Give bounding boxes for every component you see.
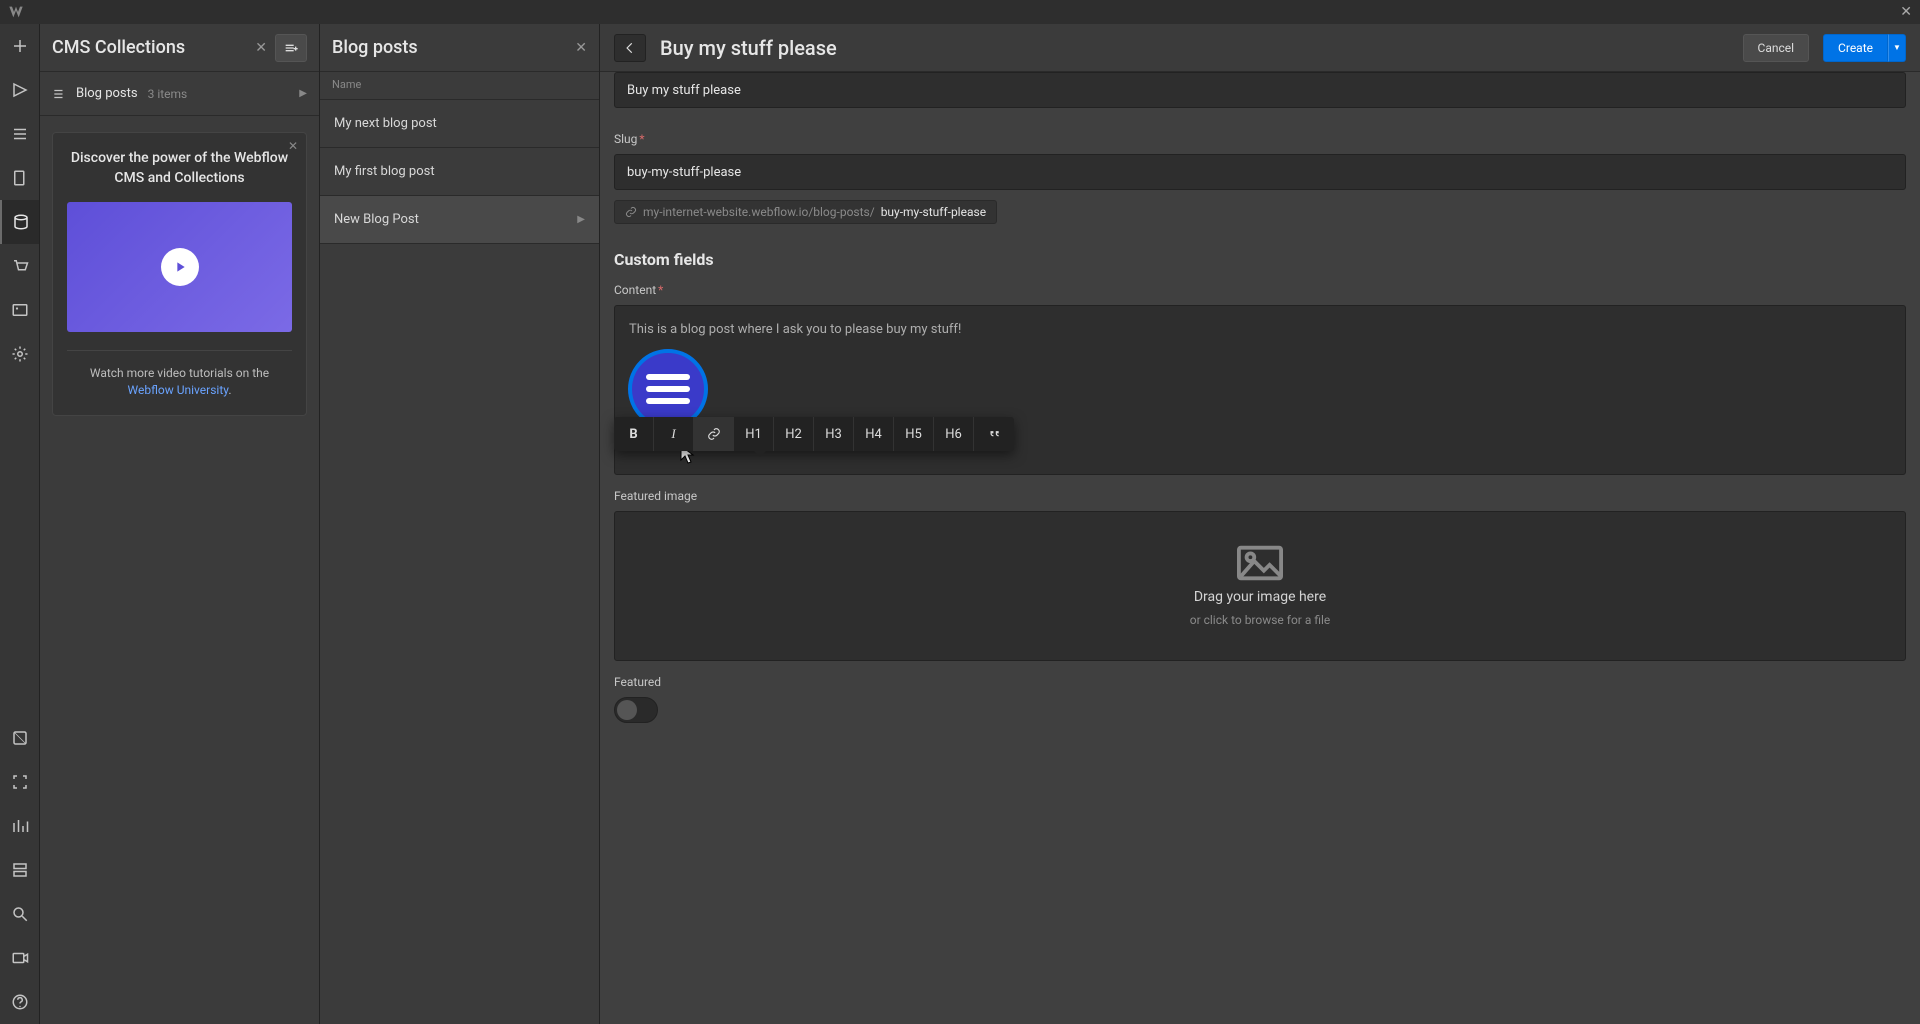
editor-body: Slug* my-internet-website.webflow.io/blo… — [600, 72, 1920, 1024]
rail-assets[interactable] — [0, 288, 39, 332]
play-icon — [161, 248, 199, 286]
rail-symbols[interactable] — [0, 68, 39, 112]
post-name: New Blog Post — [334, 212, 419, 227]
featured-label: Featured — [614, 675, 1906, 689]
format-quote-button[interactable] — [974, 417, 1014, 451]
link-icon — [625, 206, 637, 218]
editor-pane: Buy my stuff please Cancel Create ▼ Slug… — [600, 24, 1920, 1024]
rail-expand[interactable] — [0, 760, 39, 804]
post-row[interactable]: My first blog post — [320, 148, 599, 196]
create-dropdown-caret[interactable]: ▼ — [1888, 34, 1906, 62]
text-format-toolbar: B I H1 H2 H3 H4 H5 H6 — [614, 417, 1014, 451]
stack-icon — [52, 87, 66, 101]
posts-header: Blog posts ✕ — [320, 24, 599, 72]
editor-header: Buy my stuff please Cancel Create ▼ — [600, 24, 1920, 72]
stack-plus-icon — [283, 40, 299, 56]
rail-pages[interactable] — [0, 156, 39, 200]
dropzone-line2: or click to browse for a file — [1190, 613, 1331, 627]
collections-header: CMS Collections ✕ — [40, 24, 319, 72]
posts-title: Blog posts — [332, 37, 567, 58]
url-slug: buy-my-stuff-please — [881, 205, 986, 219]
custom-fields-heading: Custom fields — [614, 250, 1906, 269]
webflow-logo — [0, 4, 32, 20]
rail-add[interactable] — [0, 24, 39, 68]
post-name: My next blog post — [334, 116, 437, 131]
promo-heading: Discover the power of the Webflow CMS an… — [67, 149, 292, 188]
toggle-knob — [617, 700, 637, 720]
collections-close-icon[interactable]: ✕ — [255, 40, 267, 56]
format-h6-button[interactable]: H6 — [934, 417, 974, 451]
format-h4-button[interactable]: H4 — [854, 417, 894, 451]
close-icon[interactable]: ✕ — [1900, 4, 1912, 20]
slug-label: Slug* — [614, 132, 1906, 146]
link-icon — [707, 427, 721, 441]
promo-footer-prefix: Watch more video tutorials on the — [90, 366, 269, 380]
promo-footer: Watch more video tutorials on the Webflo… — [67, 365, 292, 399]
editor-title: Buy my stuff please — [660, 36, 1729, 60]
rail-settings[interactable] — [0, 332, 39, 376]
format-h1-button[interactable]: H1 — [734, 417, 774, 451]
promo-footer-suffix: . — [228, 383, 231, 397]
collection-name: Blog posts — [76, 86, 138, 101]
name-field[interactable] — [614, 72, 1906, 108]
posts-panel: Blog posts ✕ Name My next blog post My f… — [320, 24, 600, 1024]
rail-navigator[interactable] — [0, 112, 39, 156]
collection-row[interactable]: Blog posts 3 items ▶ — [40, 72, 319, 116]
featured-toggle[interactable] — [614, 697, 658, 723]
rail-help[interactable] — [0, 980, 39, 1024]
quote-icon — [987, 427, 1001, 441]
post-name: My first blog post — [334, 164, 435, 179]
content-label: Content* — [614, 283, 1906, 297]
rail-cms[interactable] — [0, 200, 39, 244]
collections-panel: CMS Collections ✕ Blog posts 3 items ▶ ✕… — [40, 24, 320, 1024]
post-row[interactable]: New Blog Post ▶ — [320, 196, 599, 244]
rail-video[interactable] — [0, 936, 39, 980]
rail-ecommerce[interactable] — [0, 244, 39, 288]
chevron-right-icon: ▶ — [299, 88, 307, 99]
divider — [67, 350, 292, 351]
format-h2-button[interactable]: H2 — [774, 417, 814, 451]
promo-video-thumb[interactable] — [67, 202, 292, 332]
arrow-left-icon — [623, 41, 637, 55]
format-h5-button[interactable]: H5 — [894, 417, 934, 451]
promo-link[interactable]: Webflow University — [128, 383, 229, 397]
app-chrome: ✕ — [0, 0, 1920, 24]
featured-image-dropzone[interactable]: Drag your image here or click to browse … — [614, 511, 1906, 661]
post-row[interactable]: My next blog post — [320, 100, 599, 148]
posts-close-icon[interactable]: ✕ — [575, 40, 587, 56]
create-button[interactable]: Create — [1823, 34, 1888, 62]
format-bold-button[interactable]: B — [614, 417, 654, 451]
featured-image-label: Featured image — [614, 489, 1906, 503]
collections-title: CMS Collections — [52, 37, 247, 58]
format-h3-button[interactable]: H3 — [814, 417, 854, 451]
posts-column-header: Name — [320, 72, 599, 100]
collection-count: 3 items — [148, 87, 188, 101]
dropzone-line1: Drag your image here — [1194, 589, 1326, 605]
add-collection-button[interactable] — [275, 34, 307, 62]
image-icon — [1237, 545, 1283, 581]
back-button[interactable] — [614, 34, 646, 62]
format-italic-button[interactable]: I — [654, 417, 694, 451]
slug-field[interactable] — [614, 154, 1906, 190]
url-preview: my-internet-website.webflow.io/blog-post… — [614, 200, 997, 224]
cancel-button[interactable]: Cancel — [1743, 34, 1810, 62]
rail-backup[interactable] — [0, 848, 39, 892]
promo-card: ✕ Discover the power of the Webflow CMS … — [52, 132, 307, 416]
chevron-right-icon: ▶ — [577, 214, 585, 225]
promo-close-icon[interactable]: ✕ — [288, 139, 298, 153]
format-link-button[interactable] — [694, 417, 734, 451]
url-prefix: my-internet-website.webflow.io/blog-post… — [643, 205, 875, 219]
webflow-icon — [8, 4, 24, 20]
rail-search[interactable] — [0, 892, 39, 936]
rail-find[interactable] — [0, 716, 39, 760]
content-line1: This is a blog post where I ask you to p… — [629, 320, 1891, 341]
rail-audit[interactable] — [0, 804, 39, 848]
tool-rail — [0, 24, 40, 1024]
